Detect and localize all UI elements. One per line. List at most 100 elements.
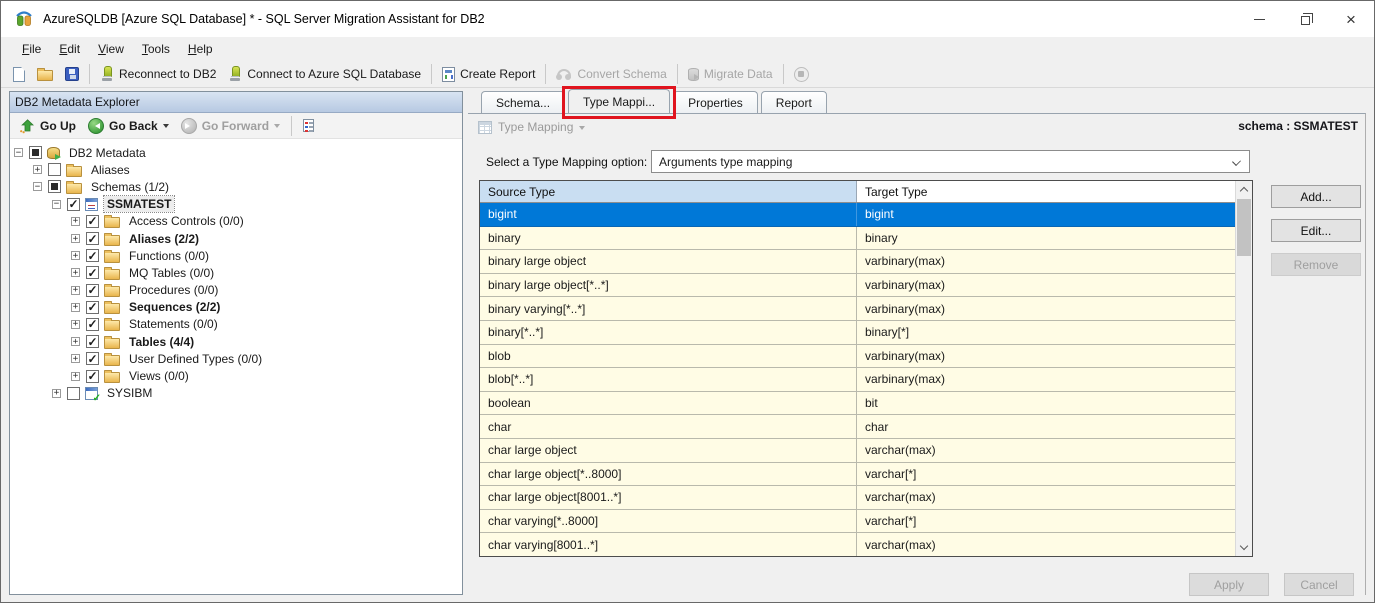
- tree-item-procedures-0-0[interactable]: +Procedures (0/0): [10, 282, 462, 299]
- collapse-icon[interactable]: −: [33, 182, 42, 191]
- menu-item-view[interactable]: View: [89, 37, 133, 61]
- table-row[interactable]: binarybinary: [480, 227, 1235, 251]
- tree-item-label: Tables (4/4): [126, 334, 197, 350]
- checkbox-mixed[interactable]: [48, 180, 61, 193]
- expand-icon[interactable]: +: [71, 217, 80, 226]
- table-row[interactable]: binary[*..*]binary[*]: [480, 321, 1235, 345]
- restore-button[interactable]: [1282, 1, 1328, 37]
- tree-item-aliases-2-2[interactable]: +Aliases (2/2): [10, 230, 462, 247]
- details-view-button[interactable]: [298, 114, 319, 137]
- table-row[interactable]: bigintbigint: [480, 203, 1235, 227]
- reconnect-to-db2-button[interactable]: Reconnect to DB2: [94, 62, 222, 86]
- go-up-button[interactable]: Go Up: [14, 114, 81, 137]
- menu-item-help[interactable]: Help: [179, 37, 222, 61]
- checkbox-mixed[interactable]: [29, 146, 42, 159]
- grid-vertical-scrollbar[interactable]: [1235, 181, 1252, 556]
- tree-item-access-controls-0-0[interactable]: +Access Controls (0/0): [10, 213, 462, 230]
- table-row[interactable]: char large objectvarchar(max): [480, 439, 1235, 463]
- scroll-down-button[interactable]: [1236, 539, 1252, 556]
- minimize-button[interactable]: [1236, 1, 1282, 37]
- collapse-icon[interactable]: −: [14, 148, 23, 157]
- column-header-target-type[interactable]: Target Type: [857, 181, 1235, 202]
- checkbox-checked[interactable]: [86, 318, 99, 331]
- table-row[interactable]: charchar: [480, 415, 1235, 439]
- tree-item-mq-tables-0-0[interactable]: +MQ Tables (0/0): [10, 264, 462, 281]
- expand-icon[interactable]: +: [71, 337, 80, 346]
- table-row[interactable]: binary large object[*..*]varbinary(max): [480, 274, 1235, 298]
- tab-properties[interactable]: Properties: [673, 91, 758, 113]
- expand-icon[interactable]: +: [71, 303, 80, 312]
- expand-icon[interactable]: +: [71, 320, 80, 329]
- save-button[interactable]: [59, 62, 85, 86]
- tab-type-mappi[interactable]: Type Mappi...: [568, 89, 670, 113]
- toolbar-separator: [431, 64, 432, 84]
- tree-item-statements-0-0[interactable]: +Statements (0/0): [10, 316, 462, 333]
- table-row[interactable]: binary large objectvarbinary(max): [480, 250, 1235, 274]
- tree-item-tables-4-4[interactable]: + Tables (4/4): [10, 333, 462, 350]
- go-forward-label: Go Forward: [202, 119, 269, 133]
- scrollbar-thumb[interactable]: [1237, 199, 1251, 256]
- checkbox-checked[interactable]: [67, 198, 80, 211]
- explorer-nav-toolbar: Go Up Go Back Go Forward: [10, 113, 462, 139]
- tree-item-ssmatest[interactable]: −SSMATEST: [10, 196, 462, 213]
- scroll-up-button[interactable]: [1236, 181, 1252, 198]
- table-row[interactable]: booleanbit: [480, 392, 1235, 416]
- checkbox-checked[interactable]: [86, 266, 99, 279]
- expand-icon[interactable]: +: [33, 165, 42, 174]
- connect-to-azure-sql-database-button[interactable]: Connect to Azure SQL Database: [222, 62, 427, 86]
- tab-schema[interactable]: Schema...: [481, 91, 565, 113]
- tree-item-db2-metadata[interactable]: −DB2 Metadata: [10, 144, 462, 161]
- table-row[interactable]: blob[*..*]varbinary(max): [480, 368, 1235, 392]
- go-back-button[interactable]: Go Back: [83, 114, 174, 137]
- checkbox-empty[interactable]: [67, 387, 80, 400]
- tree-item-schemas-1-2[interactable]: −Schemas (1/2): [10, 178, 462, 195]
- checkbox-checked[interactable]: [86, 232, 99, 245]
- table-row[interactable]: char large object[8001..*]varchar(max): [480, 486, 1235, 510]
- chevron-down-icon[interactable]: [163, 124, 169, 131]
- table-row[interactable]: char varying[8001..*]varchar(max): [480, 533, 1235, 556]
- menu-item-file[interactable]: File: [13, 37, 50, 61]
- expand-icon[interactable]: +: [71, 286, 80, 295]
- table-row[interactable]: blobvarbinary(max): [480, 345, 1235, 369]
- table-row[interactable]: char varying[*..8000]varchar[*]: [480, 510, 1235, 534]
- type-mapping-option-select[interactable]: Arguments type mapping: [651, 150, 1250, 173]
- expand-icon[interactable]: +: [71, 251, 80, 260]
- checkbox-empty[interactable]: [48, 163, 61, 176]
- tree-item-views-0-0[interactable]: +Views (0/0): [10, 367, 462, 384]
- table-row[interactable]: binary varying[*..*]varbinary(max): [480, 297, 1235, 321]
- schema-context-label: schema : SSMATEST: [1238, 119, 1358, 133]
- expand-icon[interactable]: +: [52, 389, 61, 398]
- menu-item-tools[interactable]: Tools: [133, 37, 179, 61]
- expand-icon[interactable]: +: [71, 234, 80, 243]
- type-mapping-toolbar: Type Mapping: [468, 114, 1365, 140]
- checkbox-checked[interactable]: [86, 370, 99, 383]
- checkbox-checked[interactable]: [86, 249, 99, 262]
- checkbox-checked[interactable]: [86, 215, 99, 228]
- tree-item-sysibm[interactable]: +SYSIBM: [10, 385, 462, 402]
- tab-report[interactable]: Report: [761, 91, 827, 113]
- create-report-button[interactable]: Create Report: [436, 62, 541, 86]
- tree-item-aliases[interactable]: +Aliases: [10, 161, 462, 178]
- source-type-cell: blob: [480, 345, 857, 368]
- column-header-source-type[interactable]: Source Type: [480, 181, 857, 202]
- edit-button[interactable]: Edit...: [1271, 219, 1361, 242]
- migrate-data-button: Migrate Data: [682, 62, 779, 86]
- checkbox-checked[interactable]: [86, 284, 99, 297]
- open-file-button[interactable]: [31, 62, 59, 86]
- expand-icon[interactable]: +: [71, 268, 80, 277]
- collapse-icon[interactable]: −: [52, 200, 61, 209]
- new-file-button[interactable]: [7, 62, 31, 86]
- checkbox-checked[interactable]: [86, 335, 99, 348]
- tree-item-functions-0-0[interactable]: +Functions (0/0): [10, 247, 462, 264]
- menu-item-edit[interactable]: Edit: [50, 37, 89, 61]
- expand-icon[interactable]: +: [71, 372, 80, 381]
- add-button[interactable]: Add...: [1271, 185, 1361, 208]
- checkbox-checked[interactable]: [86, 301, 99, 314]
- close-button[interactable]: [1328, 1, 1374, 37]
- tree-item-user-defined-types-0-0[interactable]: +User Defined Types (0/0): [10, 350, 462, 367]
- target-type-cell: varbinary(max): [857, 345, 1235, 368]
- tree-item-sequences-2-2[interactable]: +Sequences (2/2): [10, 299, 462, 316]
- checkbox-checked[interactable]: [86, 352, 99, 365]
- table-row[interactable]: char large object[*..8000]varchar[*]: [480, 463, 1235, 487]
- expand-icon[interactable]: +: [71, 354, 80, 363]
